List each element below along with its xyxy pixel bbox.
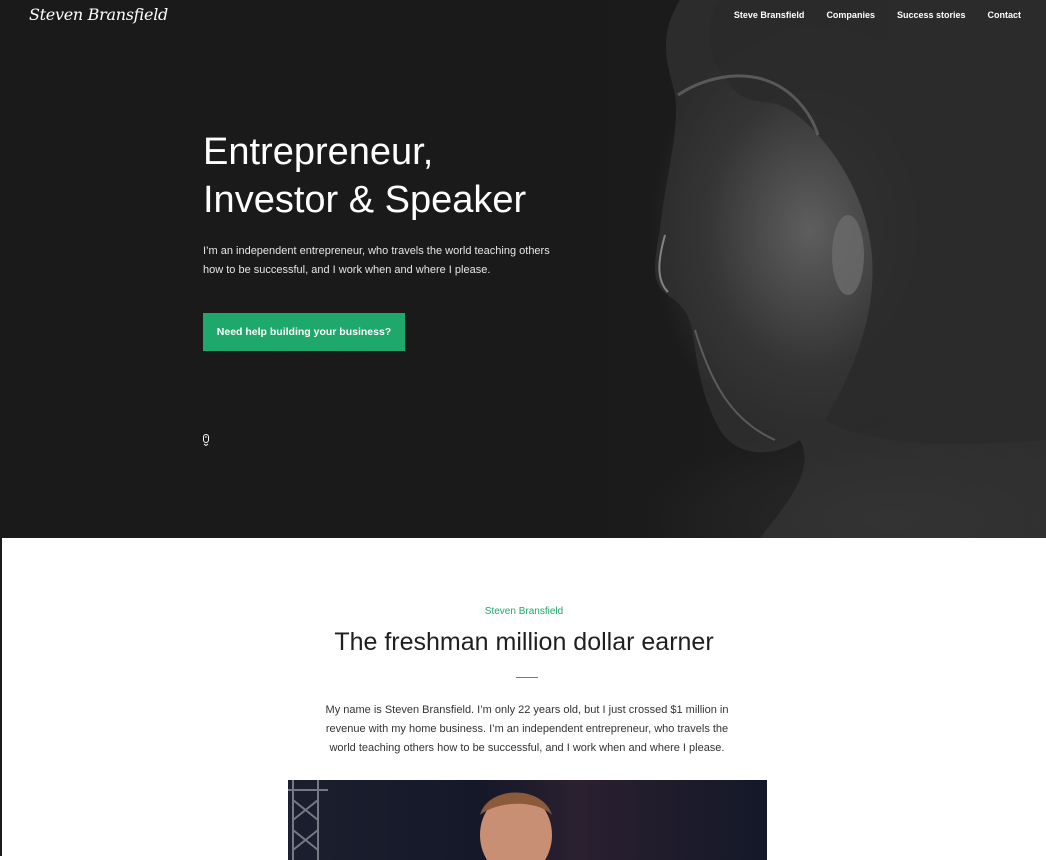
nav-item-steve-bransfield[interactable]: Steve Bransfield xyxy=(734,10,805,20)
hero-title-line-2: Investor & Speaker xyxy=(203,179,527,221)
about-section: Steven Bransfield The freshman million d… xyxy=(0,538,1046,860)
hero-title: Entrepreneur, Investor & Speaker xyxy=(203,128,623,224)
help-building-business-button[interactable]: Need help building your business? xyxy=(203,313,405,351)
hero-title-line-1: Entrepreneur, xyxy=(203,131,434,173)
nav-item-contact[interactable]: Contact xyxy=(988,10,1022,20)
mouse-scroll-icon[interactable] xyxy=(202,433,210,447)
speaker-video-thumbnail[interactable] xyxy=(288,780,767,860)
hero-portrait-image xyxy=(560,0,1046,538)
hero-section: Steven Bransfield Steve Bransfield Compa… xyxy=(0,0,1046,538)
nav-item-companies[interactable]: Companies xyxy=(826,10,875,20)
site-logo[interactable]: Steven Bransfield xyxy=(29,5,168,24)
about-description: My name is Steven Bransfield. I’m only 2… xyxy=(325,704,729,754)
nav-item-success-stories[interactable]: Success stories xyxy=(897,10,966,20)
section-eyebrow: Steven Bransfield xyxy=(484,606,564,617)
section-title: The freshman million dollar earner xyxy=(334,628,714,656)
title-divider xyxy=(516,677,538,678)
main-nav: Steve Bransfield Companies Success stori… xyxy=(734,10,1021,20)
hero-description: I’m an independent entrepreneur, who tra… xyxy=(203,245,550,276)
